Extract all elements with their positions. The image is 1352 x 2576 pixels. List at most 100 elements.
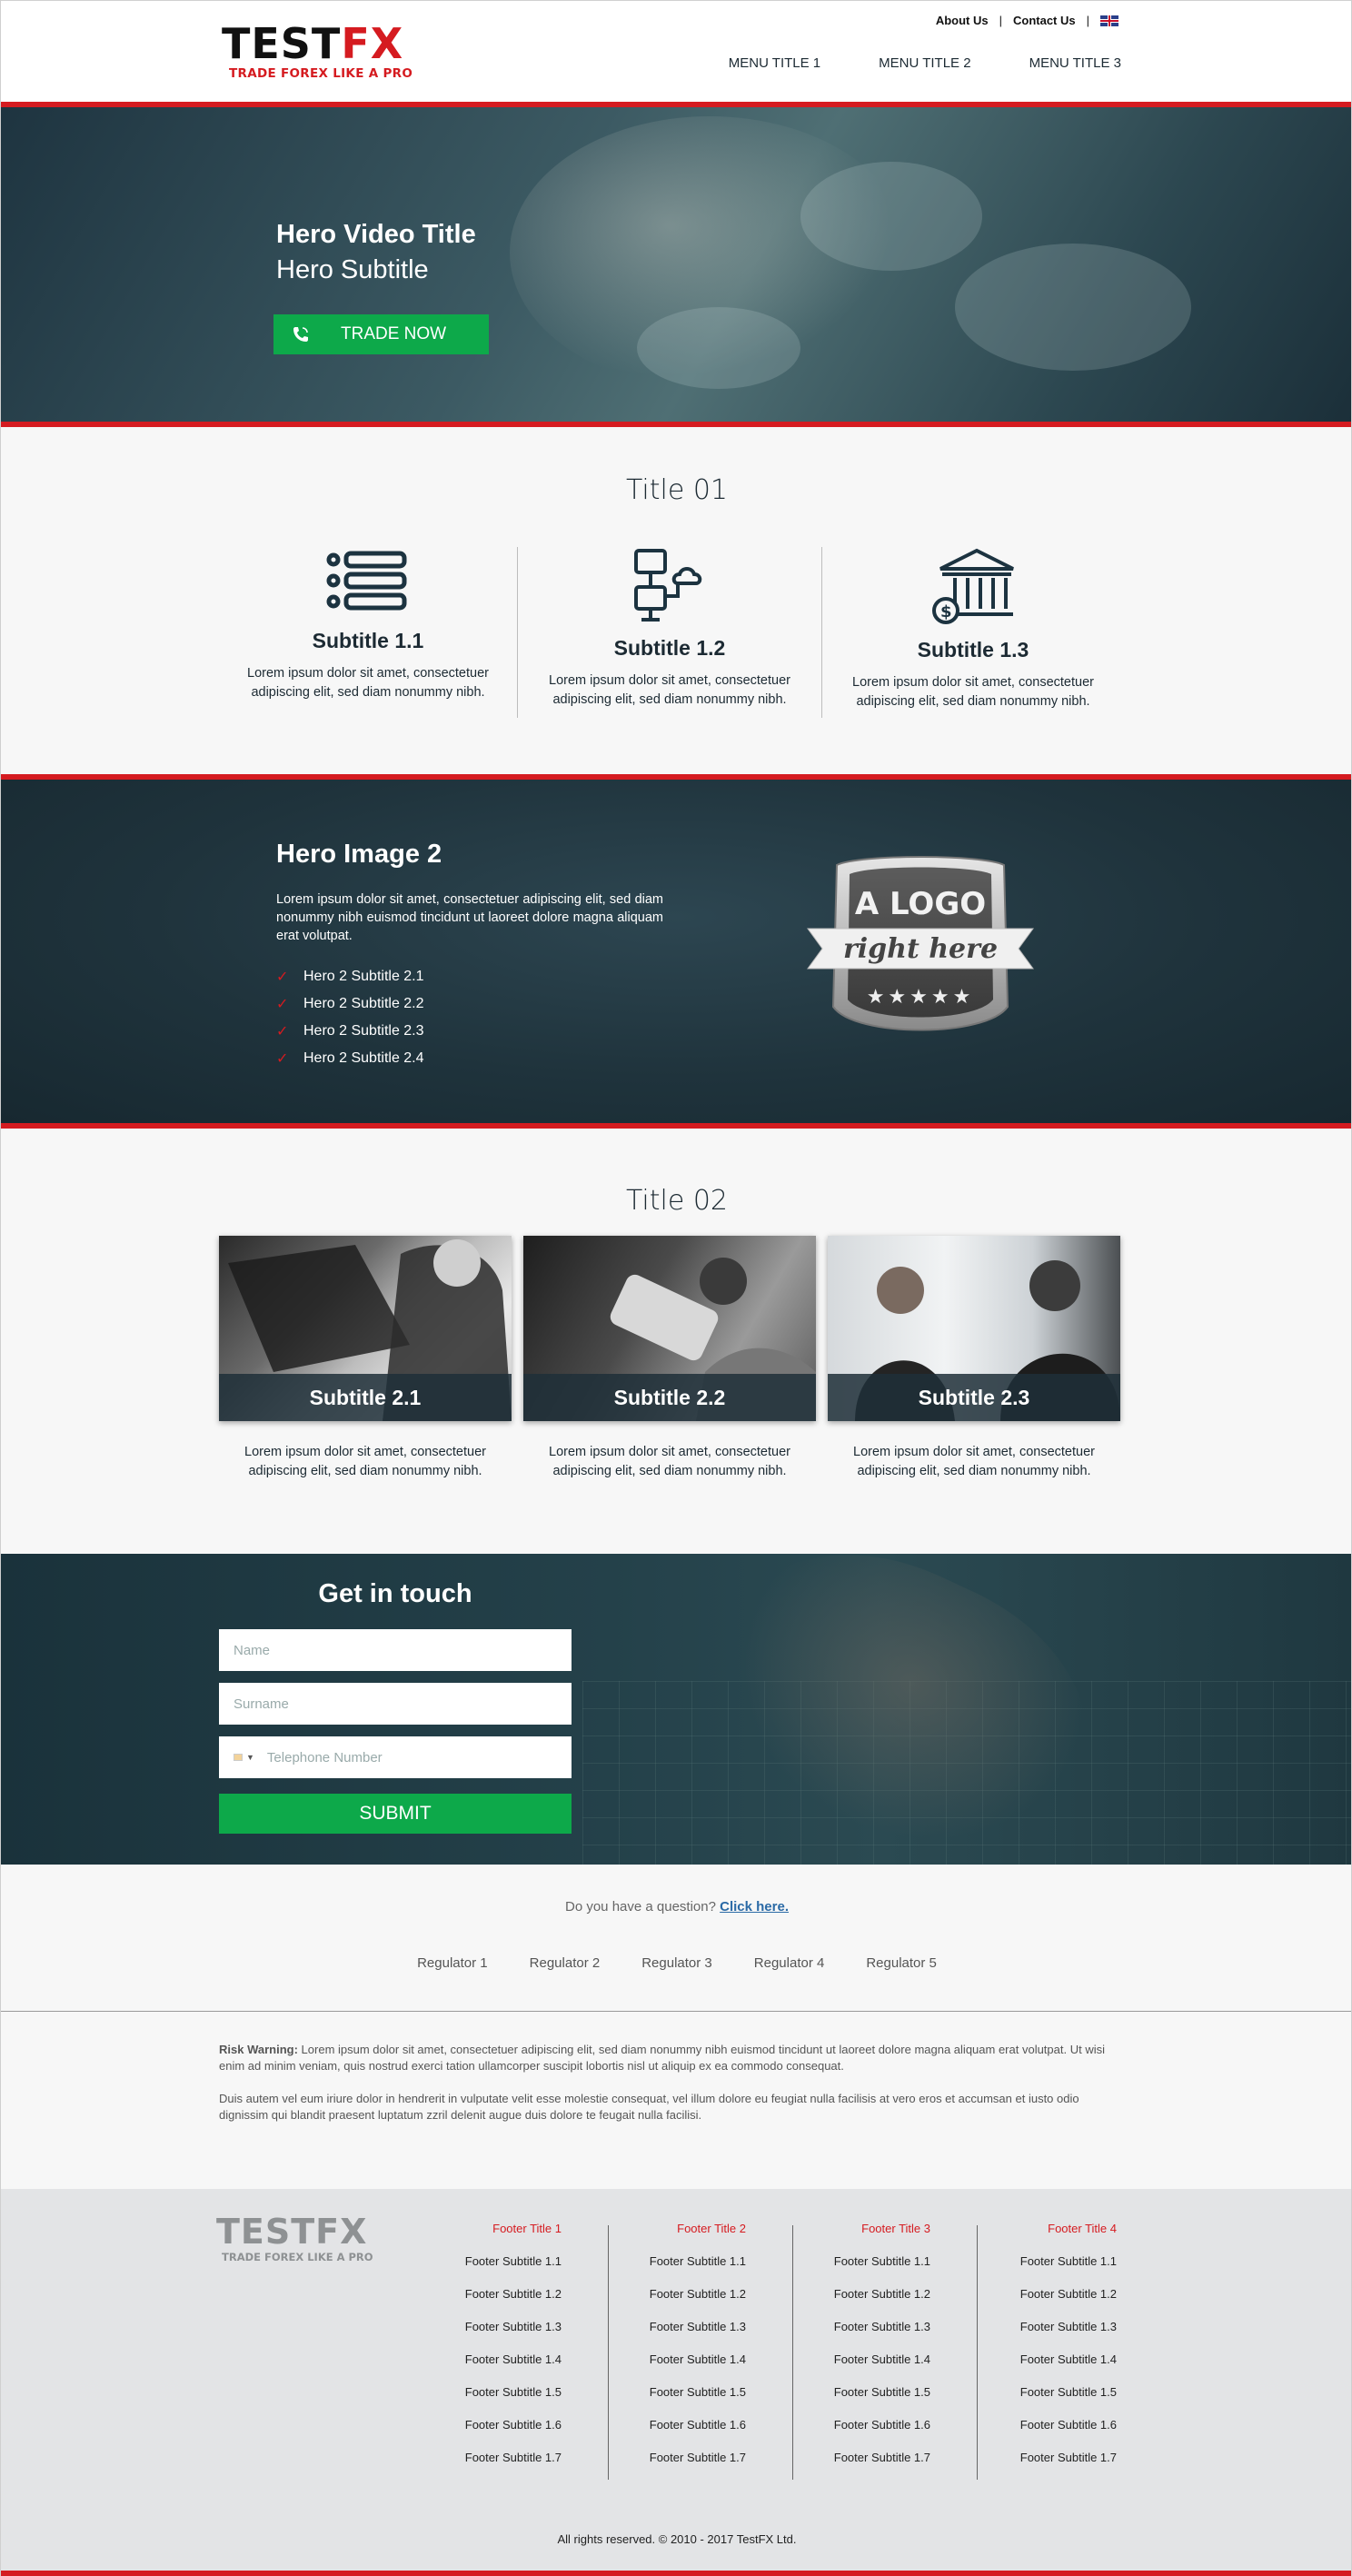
logo-word-fx: FX — [341, 19, 404, 68]
check-icon: ✓ — [276, 997, 289, 1012]
footer-link[interactable]: Footer Subtitle 1.1 — [416, 2245, 562, 2278]
footer-link[interactable]: Footer Subtitle 1.3 — [416, 2311, 562, 2343]
footer-link[interactable]: Footer Subtitle 1.2 — [416, 2278, 562, 2311]
footer-link[interactable]: Footer Subtitle 1.3 — [971, 2311, 1117, 2343]
footer-link[interactable]: Footer Subtitle 1.6 — [601, 2409, 746, 2442]
footer-link[interactable]: Footer Subtitle 1.6 — [416, 2409, 562, 2442]
site-logo[interactable]: TESTFX TRADE FOREX LIKE A PRO — [222, 23, 413, 81]
uk-flag-icon[interactable] — [1100, 15, 1118, 26]
cards-section: Title 02 Subtitle 2.1 Subtitle 2.2 Subti… — [1, 1129, 1351, 1554]
click-here-link[interactable]: Click here. — [720, 1899, 789, 1915]
footer-link[interactable]: Footer Subtitle 1.7 — [971, 2442, 1117, 2474]
feature-1-title: Subtitle 1.1 — [312, 629, 424, 652]
regulator-link[interactable]: Regulator 1 — [417, 1955, 488, 1971]
regulator-link[interactable]: Regulator 4 — [754, 1955, 825, 1971]
card-2[interactable]: Subtitle 2.2 — [523, 1236, 816, 1421]
footer-link[interactable]: Footer Subtitle 1.2 — [971, 2278, 1117, 2311]
menu-item-3[interactable]: MENU TITLE 3 — [1029, 55, 1121, 71]
footer-link[interactable]: Footer Subtitle 1.1 — [971, 2245, 1117, 2278]
hero-title: Hero Video Title — [276, 220, 476, 249]
footer-link[interactable]: Footer Subtitle 1.7 — [601, 2442, 746, 2474]
menu-item-1[interactable]: MENU TITLE 1 — [729, 55, 820, 71]
feature-3-title: Subtitle 1.3 — [917, 638, 1029, 661]
hero2-title: Hero Image 2 — [276, 840, 442, 869]
footer-link[interactable]: Footer Subtitle 1.1 — [601, 2245, 746, 2278]
badge-ribbon-text: right here — [843, 933, 998, 965]
footer-title-2: Footer Title 2 — [677, 2222, 746, 2235]
question-line: Do you have a question? Click here. — [1, 1899, 1351, 1915]
question-text: Do you have a question? — [565, 1899, 716, 1915]
footer-column-4: Footer Title 4 Footer Subtitle 1.1 Foote… — [971, 2222, 1117, 2474]
country-code-dropdown[interactable]: ▼ — [234, 1753, 254, 1762]
risk-paragraph-2: Duis autem vel eum iriure dolor in hendr… — [219, 2092, 1079, 2122]
footer-link[interactable]: Footer Subtitle 1.6 — [785, 2409, 930, 2442]
about-us-link[interactable]: About Us — [936, 14, 989, 27]
footer-link[interactable]: Footer Subtitle 1.4 — [785, 2343, 930, 2376]
regulator-link[interactable]: Regulator 5 — [866, 1955, 937, 1971]
footer-title-3: Footer Title 3 — [861, 2222, 930, 2235]
submit-button[interactable]: SUBMIT — [219, 1794, 572, 1834]
question-section: Do you have a question? Click here. Regu… — [1, 1865, 1351, 2012]
phone-icon — [273, 325, 328, 343]
hero-video[interactable]: Hero Video Title Hero Subtitle TRADE NOW — [1, 107, 1351, 422]
svg-text:$: $ — [940, 602, 952, 622]
footer-link[interactable]: Footer Subtitle 1.3 — [601, 2311, 746, 2343]
chevron-down-icon: ▼ — [246, 1753, 254, 1762]
header: TESTFX TRADE FOREX LIKE A PRO About Us |… — [1, 0, 1351, 102]
menu-item-2[interactable]: MENU TITLE 2 — [879, 55, 970, 71]
contact-us-link[interactable]: Contact Us — [1013, 14, 1076, 27]
footer-logo[interactable]: TESTFX TRADE FOREX LIKE A PRO — [216, 2214, 373, 2263]
list-item: ✓ Hero 2 Subtitle 2.4 — [276, 1050, 424, 1067]
surname-input[interactable]: Surname — [219, 1683, 572, 1725]
footer-link[interactable]: Footer Subtitle 1.3 — [785, 2311, 930, 2343]
footer-link[interactable]: Footer Subtitle 1.5 — [971, 2376, 1117, 2409]
feature-1-text: Lorem ipsum dolor sit amet, consectetuer… — [247, 666, 489, 700]
bank-icon: $ — [837, 547, 1109, 629]
list-icon — [232, 551, 504, 616]
footer-link[interactable]: Footer Subtitle 1.6 — [971, 2409, 1117, 2442]
footer-title-1: Footer Title 1 — [492, 2222, 562, 2235]
telephone-input[interactable]: ▼ Telephone Number — [219, 1736, 572, 1778]
list-item: ✓ Hero 2 Subtitle 2.1 — [276, 969, 424, 985]
trade-now-button[interactable]: TRADE NOW — [273, 314, 489, 354]
flag-icon — [234, 1754, 243, 1761]
footer-link[interactable]: Footer Subtitle 1.5 — [416, 2376, 562, 2409]
footer-link[interactable]: Footer Subtitle 1.7 — [416, 2442, 562, 2474]
regulator-link[interactable]: Regulator 3 — [641, 1955, 712, 1971]
hero-subtitle: Hero Subtitle — [276, 255, 429, 284]
feature-3-text: Lorem ipsum dolor sit amet, consectetuer… — [852, 675, 1094, 709]
footer-link[interactable]: Footer Subtitle 1.2 — [601, 2278, 746, 2311]
hero-image-2: Hero Image 2 Lorem ipsum dolor sit amet,… — [1, 780, 1351, 1123]
main-menu: MENU TITLE 1 MENU TITLE 2 MENU TITLE 3 — [729, 55, 1121, 71]
regulator-link[interactable]: Regulator 2 — [530, 1955, 601, 1971]
name-input[interactable]: Name — [219, 1629, 572, 1671]
copyright: All rights reserved. © 2010 - 2017 TestF… — [557, 2532, 797, 2546]
feature-2-title: Subtitle 1.2 — [613, 636, 726, 660]
footer: TESTFX TRADE FOREX LIKE A PRO Footer Tit… — [1, 2189, 1351, 2576]
separator: | — [1086, 14, 1089, 27]
footer-link[interactable]: Footer Subtitle 1.5 — [601, 2376, 746, 2409]
footer-link[interactable]: Footer Subtitle 1.4 — [971, 2343, 1117, 2376]
card-1-text: Lorem ipsum dolor sit amet, consectetuer… — [244, 1445, 486, 1478]
separator: | — [999, 14, 1002, 27]
footer-logo-word: TESTFX — [216, 2212, 368, 2252]
footer-logo-tagline: TRADE FOREX LIKE A PRO — [222, 2251, 373, 2263]
footer-column-1: Footer Title 1 Footer Subtitle 1.1 Foote… — [416, 2222, 562, 2474]
card-3[interactable]: Subtitle 2.3 — [828, 1236, 1120, 1421]
logo-word-test: TEST — [222, 19, 342, 68]
footer-link[interactable]: Footer Subtitle 1.4 — [416, 2343, 562, 2376]
contact-title: Get in touch — [318, 1579, 472, 1608]
footer-link[interactable]: Footer Subtitle 1.1 — [785, 2245, 930, 2278]
footer-link[interactable]: Footer Subtitle 1.5 — [785, 2376, 930, 2409]
feature-2: Subtitle 1.2 Lorem ipsum dolor sit amet,… — [533, 547, 806, 710]
footer-column-2: Footer Title 2 Footer Subtitle 1.1 Foote… — [601, 2222, 746, 2474]
card-1[interactable]: Subtitle 2.1 — [219, 1236, 512, 1421]
list-item: ✓ Hero 2 Subtitle 2.2 — [276, 996, 424, 1012]
telephone-placeholder: Telephone Number — [266, 1749, 383, 1765]
footer-link[interactable]: Footer Subtitle 1.4 — [601, 2343, 746, 2376]
card-2-text: Lorem ipsum dolor sit amet, consectetuer… — [549, 1445, 790, 1478]
section-title-01: Title 01 — [625, 474, 728, 506]
footer-link[interactable]: Footer Subtitle 1.2 — [785, 2278, 930, 2311]
footer-link[interactable]: Footer Subtitle 1.7 — [785, 2442, 930, 2474]
features-section: Title 01 Subtitle 1.1 Lorem ipsum dolor … — [1, 427, 1351, 774]
